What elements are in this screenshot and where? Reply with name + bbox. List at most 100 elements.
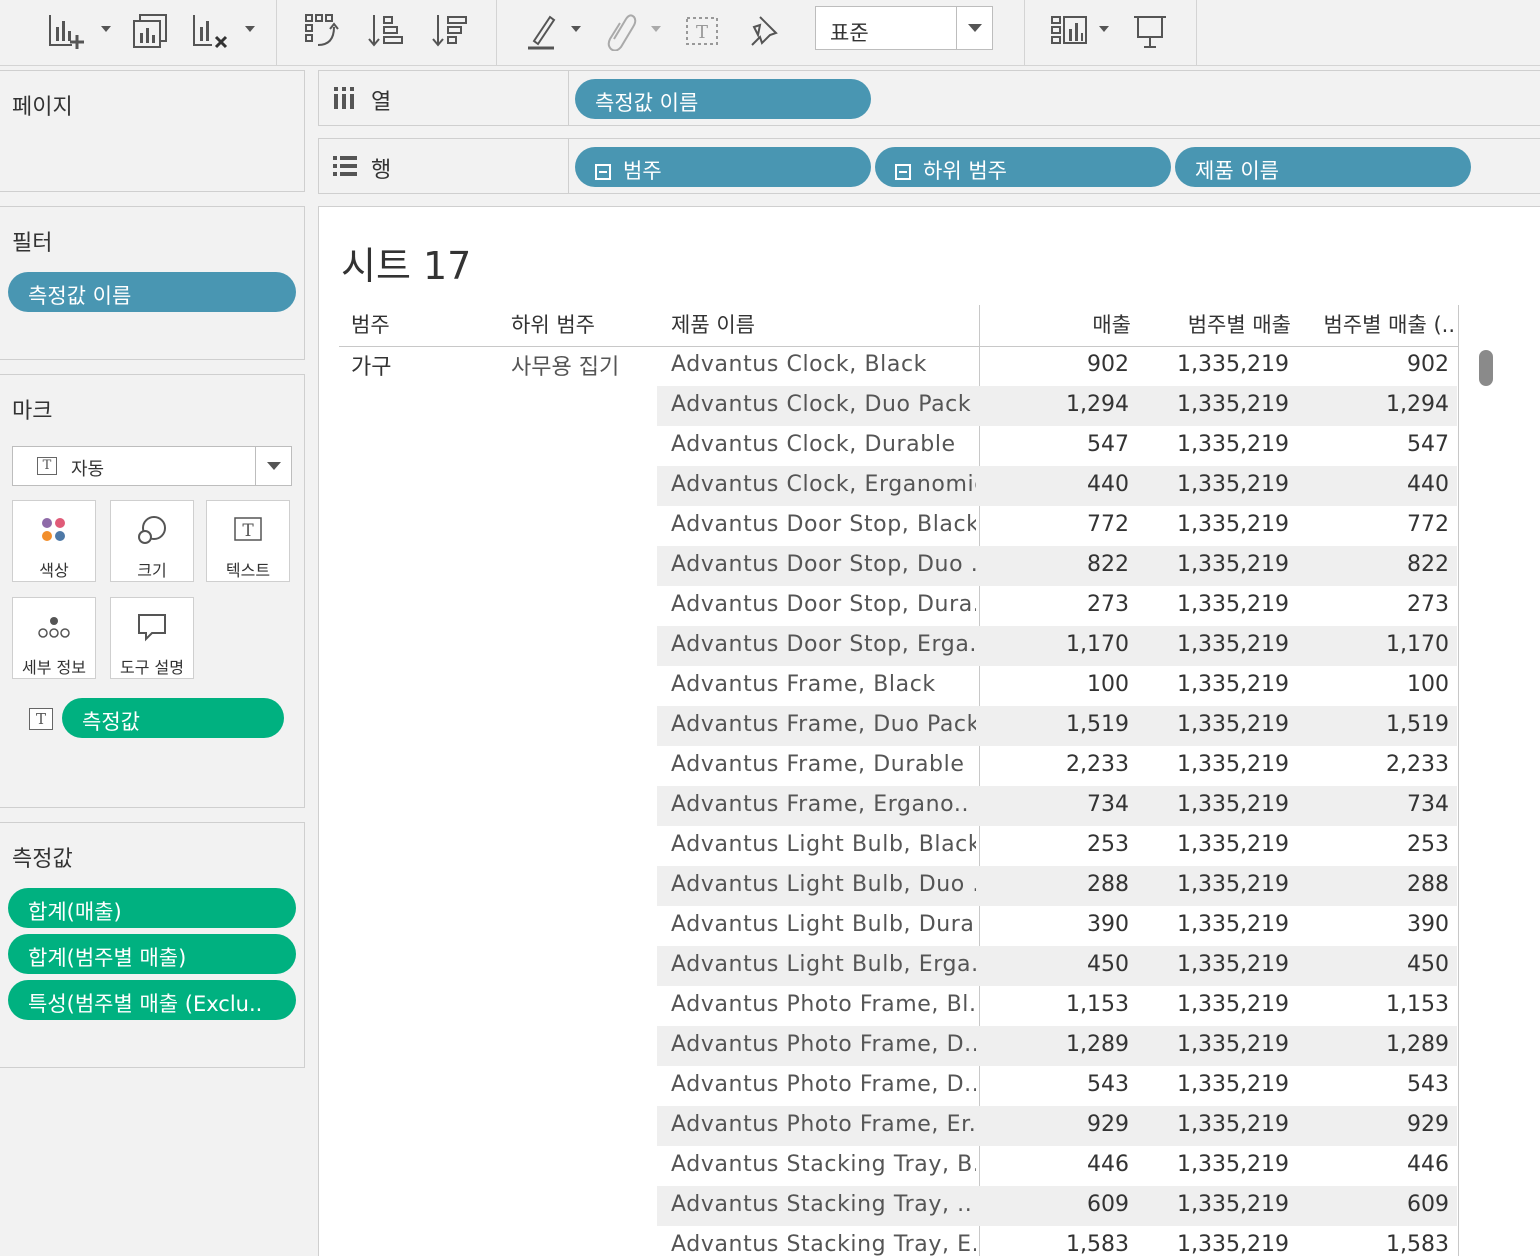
sales-cell[interactable]: 902 (979, 352, 1129, 377)
category-sales-excl-cell[interactable]: 929 (1297, 1112, 1449, 1137)
category-sales-cell[interactable]: 1,335,219 (1137, 1032, 1289, 1057)
category-sales-excl-cell[interactable]: 253 (1297, 832, 1449, 857)
header-subcategory[interactable]: 하위 범주 (511, 309, 595, 339)
presentation-mode-icon[interactable] (1128, 8, 1172, 54)
sales-cell[interactable]: 446 (979, 1152, 1129, 1177)
table-row[interactable]: Advantus Door Stop, Black 772 1,335,219 772 (657, 506, 1457, 546)
table-row[interactable]: Advantus Light Bulb, Black 253 1,335,219 25… (657, 826, 1457, 866)
sales-cell[interactable]: 1,153 (979, 992, 1129, 1017)
show-me-dropdown-icon[interactable] (1099, 26, 1109, 32)
sales-cell[interactable]: 543 (979, 1072, 1129, 1097)
table-row[interactable]: Advantus Light Bulb, Dura.. 390 1,335,219 3… (657, 906, 1457, 946)
table-row[interactable]: Advantus Frame, Ergano.. 734 1,335,219 734 (657, 786, 1457, 826)
measure-pill-category-sales[interactable]: 합계(범주별 매출) (8, 934, 296, 974)
header-category-sales[interactable]: 범주별 매출 (1137, 309, 1291, 339)
table-row[interactable]: Advantus Frame, Duo Pack 1,519 1,335,219 1,… (657, 706, 1457, 746)
duplicate-sheet-icon[interactable] (128, 8, 172, 54)
sales-cell[interactable]: 1,519 (979, 712, 1129, 737)
columns-pill-measure-names[interactable]: 측정값 이름 (575, 79, 871, 119)
sales-cell[interactable]: 390 (979, 912, 1129, 937)
category-sales-excl-cell[interactable]: 609 (1297, 1192, 1449, 1217)
sales-cell[interactable]: 929 (979, 1112, 1129, 1137)
table-row[interactable]: Advantus Stacking Tray, B.. 446 1,335,219 4… (657, 1146, 1457, 1186)
marks-text-pill[interactable]: 측정값 (62, 698, 284, 738)
category-sales-cell[interactable]: 1,335,219 (1137, 432, 1289, 457)
category-sales-excl-cell[interactable]: 450 (1297, 952, 1449, 977)
header-category[interactable]: 범주 (351, 309, 390, 339)
collapse-icon[interactable] (595, 164, 611, 180)
product-cell[interactable]: Advantus Clock, Duo Pack (671, 392, 976, 417)
product-cell[interactable]: Advantus Door Stop, Dura.. (671, 592, 976, 617)
category-sales-cell[interactable]: 1,335,219 (1137, 512, 1289, 537)
category-sales-excl-cell[interactable]: 822 (1297, 552, 1449, 577)
category-sales-cell[interactable]: 1,335,219 (1137, 912, 1289, 937)
product-cell[interactable]: Advantus Light Bulb, Dura.. (671, 912, 976, 937)
category-sales-excl-cell[interactable]: 446 (1297, 1152, 1449, 1177)
table-row[interactable]: Advantus Clock, Durable 547 1,335,219 547 (657, 426, 1457, 466)
header-category-sales-excl[interactable]: 범주별 매출 (.. (1297, 309, 1456, 339)
table-row[interactable]: Advantus Door Stop, Dura.. 273 1,335,219 27… (657, 586, 1457, 626)
product-cell[interactable]: Advantus Stacking Tray, .. (671, 1192, 976, 1217)
category-sales-cell[interactable]: 1,335,219 (1137, 1112, 1289, 1137)
sort-ascending-icon[interactable] (364, 8, 408, 54)
sales-cell[interactable]: 1,170 (979, 632, 1129, 657)
product-cell[interactable]: Advantus Photo Frame, D.. (671, 1032, 976, 1057)
sales-cell[interactable]: 822 (979, 552, 1129, 577)
table-row[interactable]: Advantus Door Stop, Duo .. 822 1,335,219 82… (657, 546, 1457, 586)
filter-pill-measure-names[interactable]: 측정값 이름 (8, 272, 296, 312)
table-row[interactable]: Advantus Clock, Black 902 1,335,219 902 (657, 346, 1457, 386)
category-sales-cell[interactable]: 1,335,219 (1137, 1072, 1289, 1097)
clear-sheet-dropdown-icon[interactable] (245, 26, 255, 32)
category-value[interactable]: 가구 (351, 349, 391, 381)
table-row[interactable]: Advantus Photo Frame, Bl.. 1,153 1,335,219… (657, 986, 1457, 1026)
vertical-scrollbar[interactable] (1469, 346, 1503, 1256)
measure-pill-sales[interactable]: 합계(매출) (8, 888, 296, 928)
pin-axes-icon[interactable] (744, 8, 784, 54)
category-sales-excl-cell[interactable]: 1,294 (1297, 392, 1449, 417)
product-cell[interactable]: Advantus Frame, Ergano.. (671, 792, 976, 817)
product-cell[interactable]: Advantus Frame, Duo Pack (671, 712, 976, 737)
highlight-icon[interactable] (522, 8, 562, 54)
header-sales[interactable]: 매출 (979, 309, 1131, 339)
category-sales-excl-cell[interactable]: 440 (1297, 472, 1449, 497)
show-mark-labels-icon[interactable]: T (682, 8, 722, 54)
sales-cell[interactable]: 2,233 (979, 752, 1129, 777)
product-cell[interactable]: Advantus Door Stop, Black (671, 512, 976, 537)
category-sales-excl-cell[interactable]: 288 (1297, 872, 1449, 897)
category-sales-cell[interactable]: 1,335,219 (1137, 992, 1289, 1017)
rows-pill-category[interactable]: 범주 (575, 147, 871, 187)
category-sales-excl-cell[interactable]: 1,153 (1297, 992, 1449, 1017)
fit-select[interactable]: 표준 (815, 6, 993, 50)
sales-cell[interactable]: 273 (979, 592, 1129, 617)
product-cell[interactable]: Advantus Light Bulb, Duo .. (671, 872, 976, 897)
subcategory-value[interactable]: 사무용 집기 (511, 349, 619, 381)
show-me-icon[interactable] (1046, 8, 1090, 54)
category-sales-excl-cell[interactable]: 1,519 (1297, 712, 1449, 737)
product-cell[interactable]: Advantus Photo Frame, D.. (671, 1072, 976, 1097)
scrollbar-thumb[interactable] (1479, 350, 1493, 386)
category-sales-excl-cell[interactable]: 734 (1297, 792, 1449, 817)
sales-cell[interactable]: 1,583 (979, 1232, 1129, 1256)
category-sales-cell[interactable]: 1,335,219 (1137, 1192, 1289, 1217)
category-sales-cell[interactable]: 1,335,219 (1137, 552, 1289, 577)
product-cell[interactable]: Advantus Clock, Durable (671, 432, 976, 457)
product-cell[interactable]: Advantus Frame, Durable (671, 752, 976, 777)
category-sales-cell[interactable]: 1,335,219 (1137, 592, 1289, 617)
category-sales-excl-cell[interactable]: 772 (1297, 512, 1449, 537)
product-cell[interactable]: Advantus Clock, Black (671, 352, 976, 377)
sort-descending-icon[interactable] (428, 8, 472, 54)
table-row[interactable]: Advantus Clock, Duo Pack 1,294 1,335,219 1,… (657, 386, 1457, 426)
tooltip-button[interactable]: 도구 설명 (110, 597, 194, 679)
new-worksheet-icon[interactable] (44, 8, 88, 54)
sales-cell[interactable]: 547 (979, 432, 1129, 457)
product-cell[interactable]: Advantus Door Stop, Erga.. (671, 632, 976, 657)
sales-cell[interactable]: 1,289 (979, 1032, 1129, 1057)
product-cell[interactable]: Advantus Photo Frame, Bl.. (671, 992, 976, 1017)
category-sales-excl-cell[interactable]: 1,170 (1297, 632, 1449, 657)
sales-cell[interactable]: 450 (979, 952, 1129, 977)
product-cell[interactable]: Advantus Stacking Tray, E.. (671, 1232, 976, 1256)
mark-type-select[interactable]: T 자동 (12, 446, 292, 486)
sales-cell[interactable]: 288 (979, 872, 1129, 897)
category-sales-cell[interactable]: 1,335,219 (1137, 472, 1289, 497)
sales-cell[interactable]: 772 (979, 512, 1129, 537)
